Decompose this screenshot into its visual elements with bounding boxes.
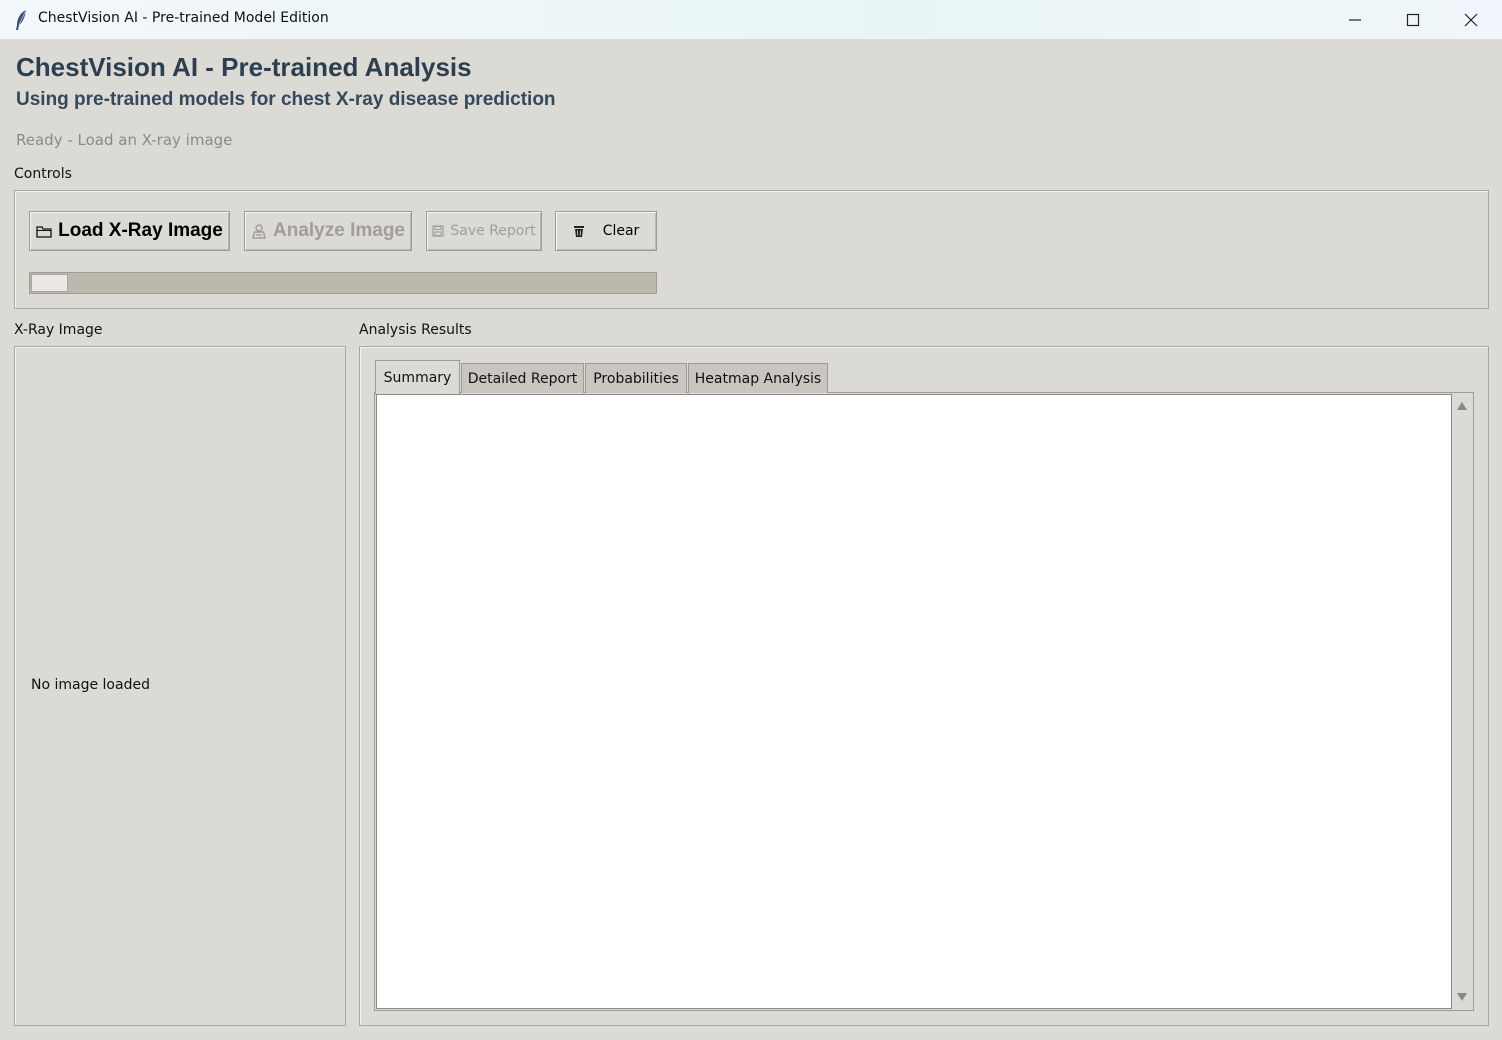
minimize-button[interactable] <box>1326 0 1384 39</box>
status-text: Ready - Load an X-ray image <box>16 131 233 149</box>
save-report-label: Save Report <box>450 223 536 239</box>
close-button[interactable] <box>1442 0 1500 39</box>
analyze-image-button[interactable]: Analyze Image <box>244 211 412 251</box>
analysis-results-label: Analysis Results <box>359 322 472 338</box>
progress-fill <box>31 274 68 292</box>
maximize-icon <box>1406 13 1420 26</box>
tab-heatmap-analysis[interactable]: Heatmap Analysis <box>688 363 828 393</box>
app-title: ChestVision AI - Pre-trained Analysis <box>16 52 472 82</box>
title-bar: ChestVision AI - Pre-trained Model Editi… <box>0 0 1502 40</box>
controls-label: Controls <box>14 166 72 182</box>
floppy-disk-icon <box>432 225 444 237</box>
load-xray-label: Load X-Ray Image <box>58 220 223 241</box>
close-icon <box>1464 13 1478 26</box>
minimize-icon <box>1349 18 1361 21</box>
clear-button[interactable]: Clear <box>555 211 657 251</box>
folder-icon <box>36 226 52 238</box>
tab-probabilities[interactable]: Probabilities <box>585 363 687 393</box>
summary-scrollbar[interactable] <box>1452 394 1472 1009</box>
summary-text-area[interactable] <box>376 394 1452 1009</box>
save-report-button[interactable]: Save Report <box>426 211 542 251</box>
feather-icon <box>14 9 28 31</box>
window-title: ChestVision AI - Pre-trained Model Editi… <box>38 10 329 26</box>
scroll-up-arrow-icon[interactable] <box>1457 402 1467 410</box>
tab-summary[interactable]: Summary <box>375 360 460 394</box>
maximize-button[interactable] <box>1384 0 1442 39</box>
trash-icon <box>573 226 584 237</box>
scientist-icon <box>252 224 266 239</box>
xray-image-label: X-Ray Image <box>14 322 103 338</box>
clear-label: Clear <box>602 223 640 239</box>
scroll-down-arrow-icon[interactable] <box>1457 993 1467 1001</box>
load-xray-button[interactable]: Load X-Ray Image <box>29 211 230 251</box>
analyze-image-label: Analyze Image <box>273 220 405 241</box>
no-image-placeholder: No image loaded <box>31 677 150 693</box>
progress-bar <box>29 272 657 294</box>
tab-detailed-report[interactable]: Detailed Report <box>461 363 584 393</box>
app-subtitle: Using pre-trained models for chest X-ray… <box>16 89 556 110</box>
